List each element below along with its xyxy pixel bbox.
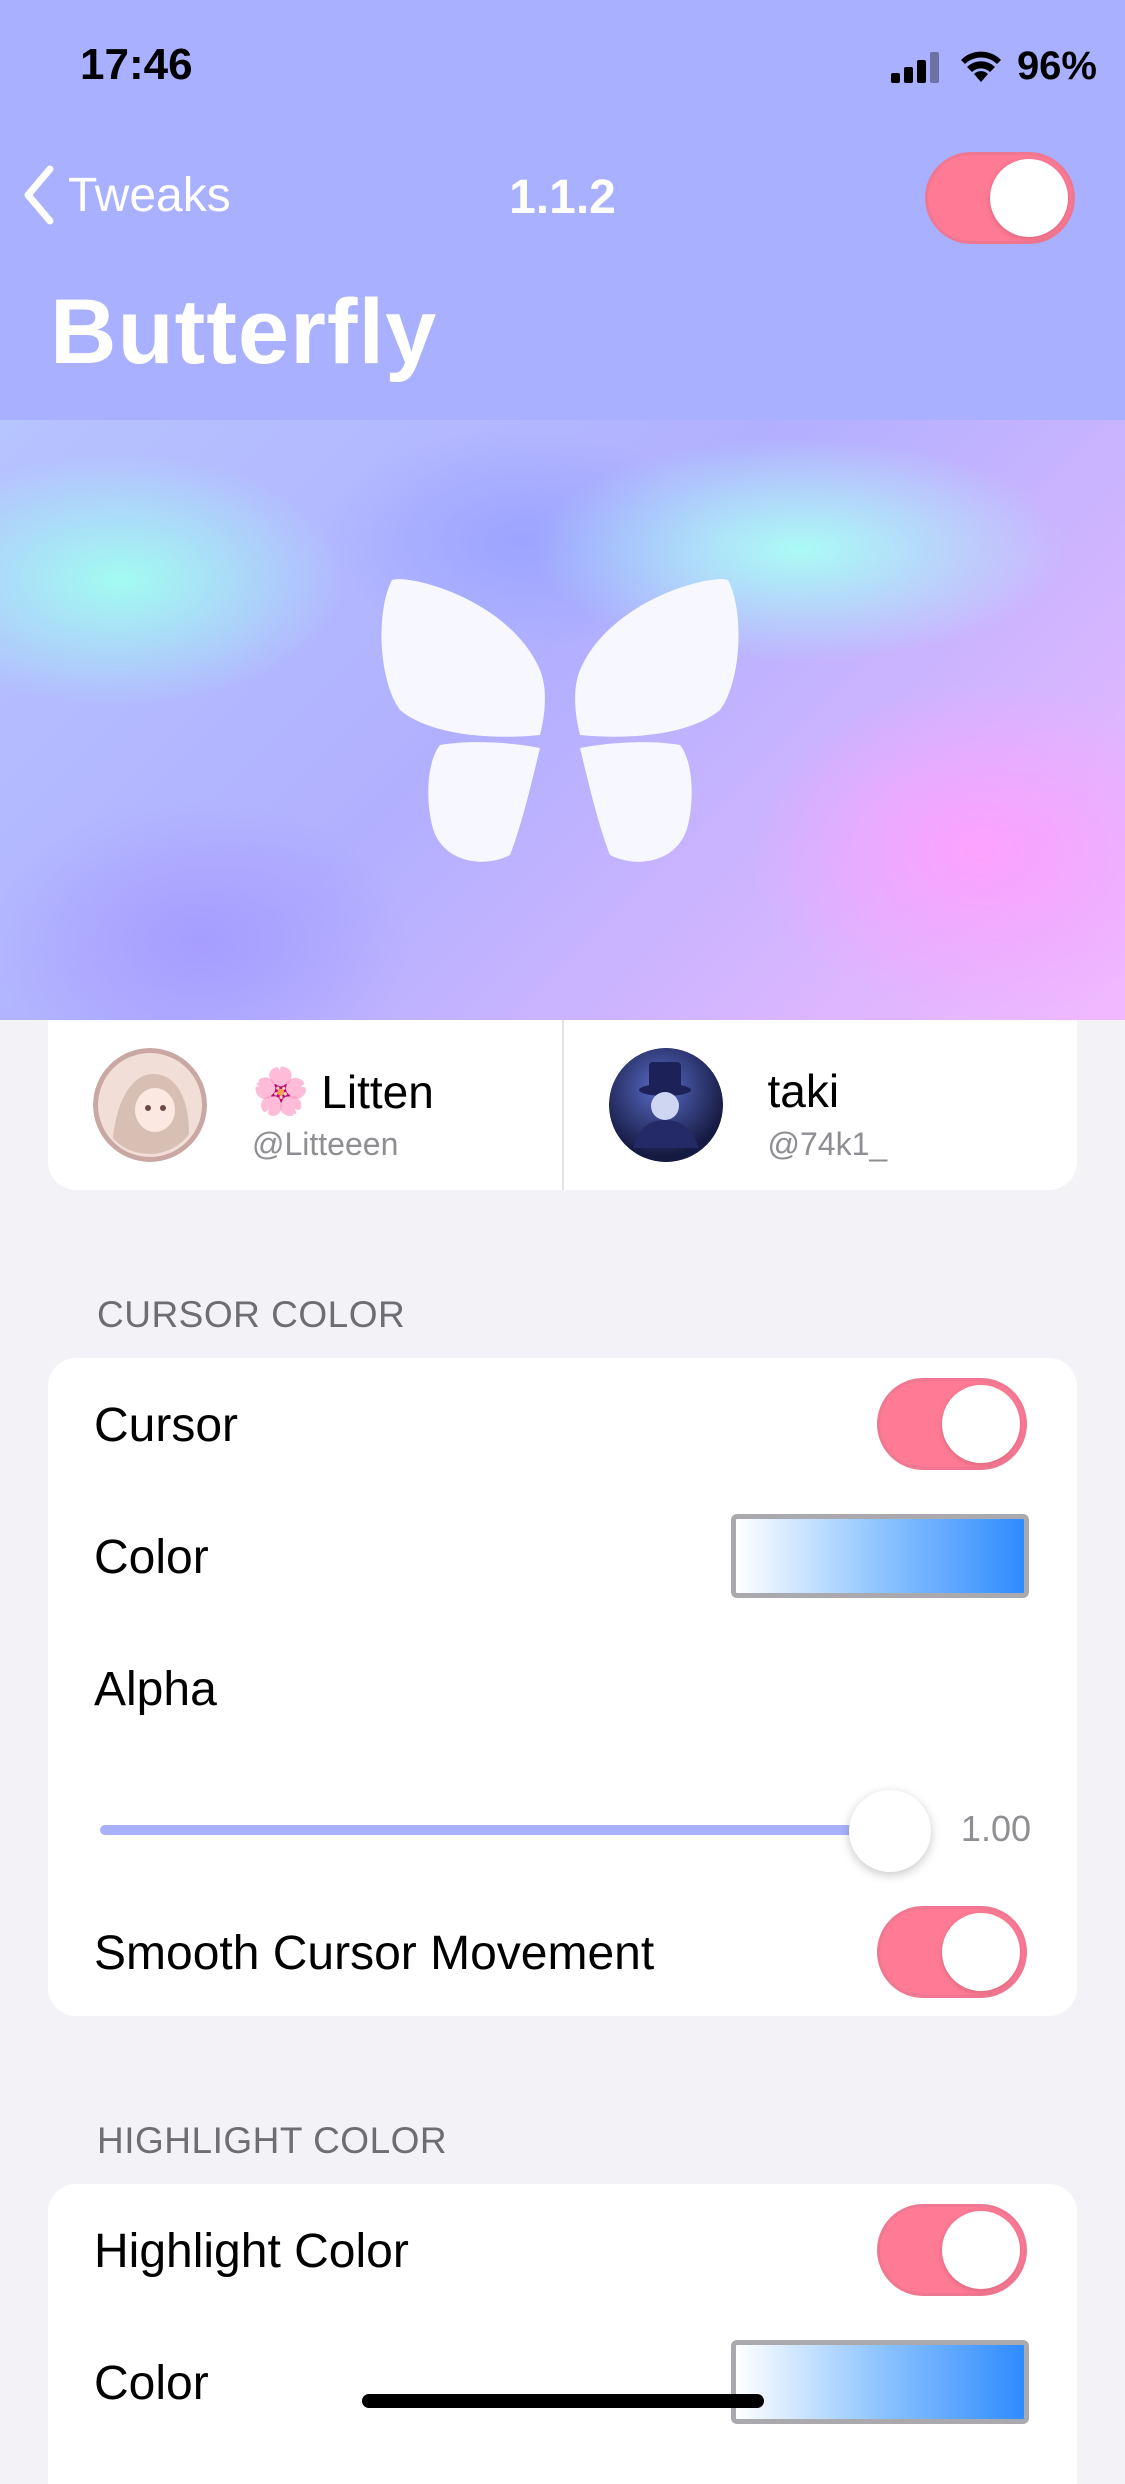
battery-percentage: 96% <box>1016 44 1097 88</box>
avatar <box>93 1048 207 1162</box>
highlight-color-row: Color <box>48 2316 1077 2448</box>
credit-handle: @74k1_ <box>767 1126 888 1162</box>
section-header-cursor-color: CURSOR COLOR <box>97 1294 406 1335</box>
section-header-highlight-color: HIGHLIGHT COLOR <box>97 2120 448 2161</box>
status-indicators: 96% <box>889 44 1097 89</box>
credit-name: taki <box>768 1064 840 1118</box>
cursor-settings-card: Cursor Color Alpha 1.00 Smooth Cursor Mo… <box>48 1358 1077 2016</box>
toggle-knob <box>942 1385 1020 1463</box>
back-button-label: Tweaks <box>68 168 231 222</box>
tweak-enabled-toggle[interactable] <box>925 152 1075 244</box>
chevron-left-icon <box>24 165 54 225</box>
page-title: Butterfly <box>50 281 438 383</box>
color-label: Color <box>94 2357 209 2410</box>
alpha-value: 1.00 <box>960 1808 1031 1849</box>
cursor-toggle-row: Cursor <box>48 1358 1077 1490</box>
highlight-toggle[interactable] <box>877 2204 1027 2296</box>
alpha-slider-knob[interactable] <box>849 1790 931 1872</box>
highlight-color-well[interactable] <box>731 2340 1029 2424</box>
credits-card: 🌸 Litten @Litteeen taki @74k1_ <box>48 1020 1077 1190</box>
nav-header: 17:46 96% Tweaks 1.1.2 Butterfly <box>0 0 1125 420</box>
credit-name: 🌸 Litten <box>252 1064 434 1119</box>
smooth-cursor-toggle[interactable] <box>877 1906 1027 1998</box>
highlight-color-label: Highlight Color <box>94 2225 409 2278</box>
credit-litten[interactable]: 🌸 Litten @Litteeen <box>48 1020 562 1190</box>
cursor-toggle[interactable] <box>877 1378 1027 1470</box>
credit-taki[interactable]: taki @74k1_ <box>561 1020 1078 1190</box>
toggle-knob <box>990 159 1068 237</box>
alpha-slider-track[interactable] <box>100 1825 890 1835</box>
credit-name-label: Litten <box>321 1065 434 1118</box>
toggle-knob <box>942 2211 1020 2289</box>
credit-handle: @Litteeen <box>252 1126 399 1162</box>
home-indicator[interactable] <box>362 2394 764 2408</box>
banner-image <box>0 420 1125 1020</box>
avatar <box>608 1048 723 1162</box>
cursor-color-row: Color <box>48 1490 1077 1622</box>
cursor-label: Cursor <box>94 1399 239 1452</box>
status-time: 17:46 <box>80 40 193 89</box>
toggle-knob <box>942 1913 1020 1991</box>
back-button[interactable]: Tweaks <box>22 165 231 225</box>
color-label: Color <box>94 1531 209 1584</box>
signal-icon <box>890 51 939 83</box>
highlight-settings-card: Highlight Color Color <box>48 2184 1077 2484</box>
butterfly-logo-icon <box>381 579 739 862</box>
smooth-cursor-label: Smooth Cursor Movement <box>94 1927 655 1980</box>
highlight-toggle-row: Highlight Color <box>48 2184 1077 2316</box>
wifi-icon <box>960 51 1001 82</box>
cursor-color-well[interactable] <box>731 1514 1029 1598</box>
alpha-label: Alpha <box>94 1663 217 1716</box>
cherry-blossom-icon: 🌸 <box>252 1065 310 1117</box>
smooth-cursor-row: Smooth Cursor Movement <box>48 1886 1077 2016</box>
credit-name-label: taki <box>767 1065 840 1117</box>
